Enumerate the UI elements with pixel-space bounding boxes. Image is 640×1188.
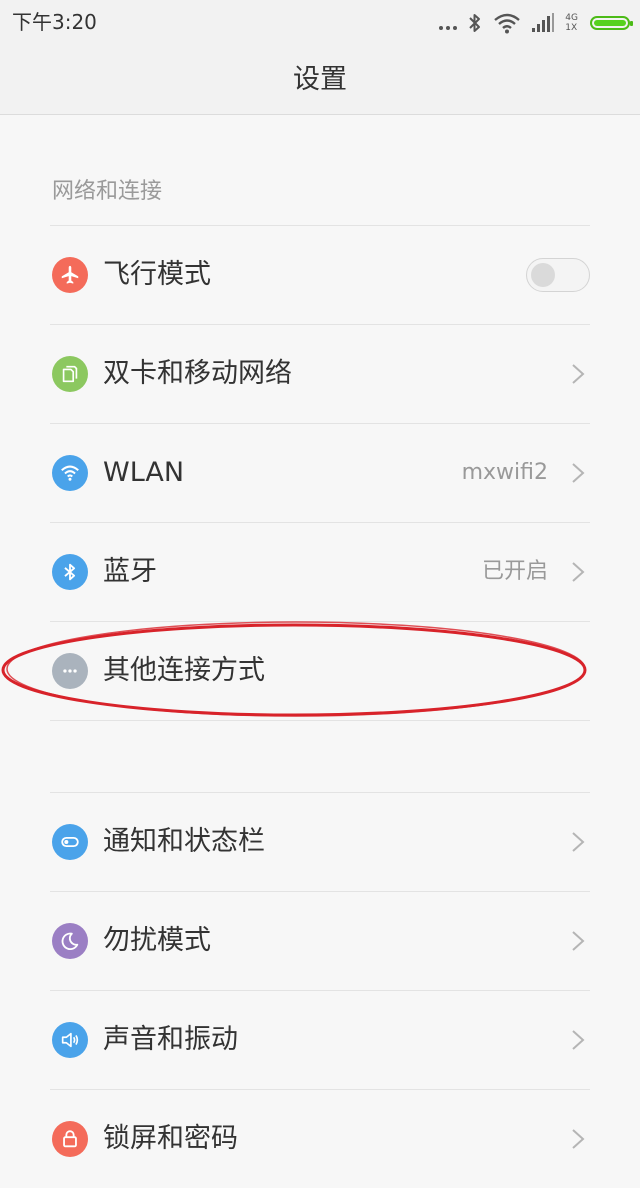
dual-sim-label: 双卡和移动网络 bbox=[103, 358, 292, 389]
network-type-label: 4G 1X bbox=[565, 13, 578, 33]
network-type-top: 4G bbox=[565, 13, 578, 23]
wlan-label: WLAN bbox=[103, 457, 185, 488]
wifi-icon bbox=[52, 455, 88, 491]
airplane-mode-toggle[interactable] bbox=[526, 258, 590, 292]
system-settings-list: 通知和状态栏 勿扰模式 声音和振动 锁屏和密码 bbox=[0, 792, 640, 1188]
status-icons: 4G 1X bbox=[439, 8, 633, 38]
do-not-disturb-label: 勿扰模式 bbox=[103, 925, 211, 956]
more-notifications-icon bbox=[439, 16, 458, 30]
wlan-network-name: mxwifi2 bbox=[461, 460, 548, 485]
settings-item-airplane-mode[interactable]: 飞行模式 bbox=[50, 225, 590, 324]
title-bar: 设置 bbox=[0, 46, 640, 115]
chevron-right-icon bbox=[572, 931, 585, 951]
page-title: 设置 bbox=[293, 64, 347, 95]
chevron-right-icon bbox=[572, 832, 585, 852]
more-dots-icon bbox=[52, 653, 88, 689]
chevron-right-icon bbox=[572, 1129, 585, 1149]
wifi-status-icon bbox=[494, 13, 521, 34]
sound-label: 声音和振动 bbox=[103, 1024, 238, 1055]
settings-item-bluetooth[interactable]: 蓝牙 已开启 bbox=[50, 522, 590, 621]
bluetooth-icon bbox=[52, 554, 88, 590]
chevron-right-icon bbox=[572, 463, 585, 483]
chevron-right-icon bbox=[572, 1030, 585, 1050]
bluetooth-status: 已开启 bbox=[481, 559, 548, 584]
speaker-icon bbox=[52, 1022, 88, 1058]
lock-icon bbox=[52, 1121, 88, 1157]
moon-icon bbox=[52, 923, 88, 959]
settings-item-notifications[interactable]: 通知和状态栏 bbox=[50, 792, 590, 891]
settings-item-do-not-disturb[interactable]: 勿扰模式 bbox=[50, 891, 590, 990]
status-time: 下午3:20 bbox=[12, 10, 97, 34]
other-connections-label: 其他连接方式 bbox=[103, 655, 265, 686]
settings-item-wlan[interactable]: WLAN mxwifi2 bbox=[50, 423, 590, 522]
status-bar: 下午3:20 4G 1X bbox=[0, 0, 640, 46]
section-header-network: 网络和连接 bbox=[52, 179, 163, 204]
sim-card-icon bbox=[52, 356, 88, 392]
bluetooth-status-icon bbox=[469, 14, 481, 32]
chevron-right-icon bbox=[572, 364, 585, 384]
notification-toggle-icon bbox=[52, 824, 88, 860]
settings-item-lock-screen[interactable]: 锁屏和密码 bbox=[50, 1089, 590, 1188]
lock-screen-label: 锁屏和密码 bbox=[103, 1123, 238, 1154]
network-settings-list: 飞行模式 双卡和移动网络 WLAN mxwifi2 蓝牙 已开启 其他连接方式 bbox=[0, 225, 640, 721]
settings-item-sound[interactable]: 声音和振动 bbox=[50, 990, 590, 1089]
notifications-label: 通知和状态栏 bbox=[103, 826, 265, 857]
battery-level bbox=[594, 20, 626, 26]
airplane-icon bbox=[52, 257, 88, 293]
network-type-bottom: 1X bbox=[565, 23, 578, 33]
settings-item-dual-sim[interactable]: 双卡和移动网络 bbox=[50, 324, 590, 423]
settings-item-other-connections[interactable]: 其他连接方式 bbox=[50, 621, 590, 721]
signal-strength-icon bbox=[532, 13, 555, 32]
toggle-knob bbox=[531, 263, 555, 287]
bluetooth-label: 蓝牙 bbox=[103, 556, 157, 587]
battery-icon bbox=[590, 16, 633, 30]
chevron-right-icon bbox=[572, 562, 585, 582]
airplane-mode-label: 飞行模式 bbox=[103, 259, 211, 290]
